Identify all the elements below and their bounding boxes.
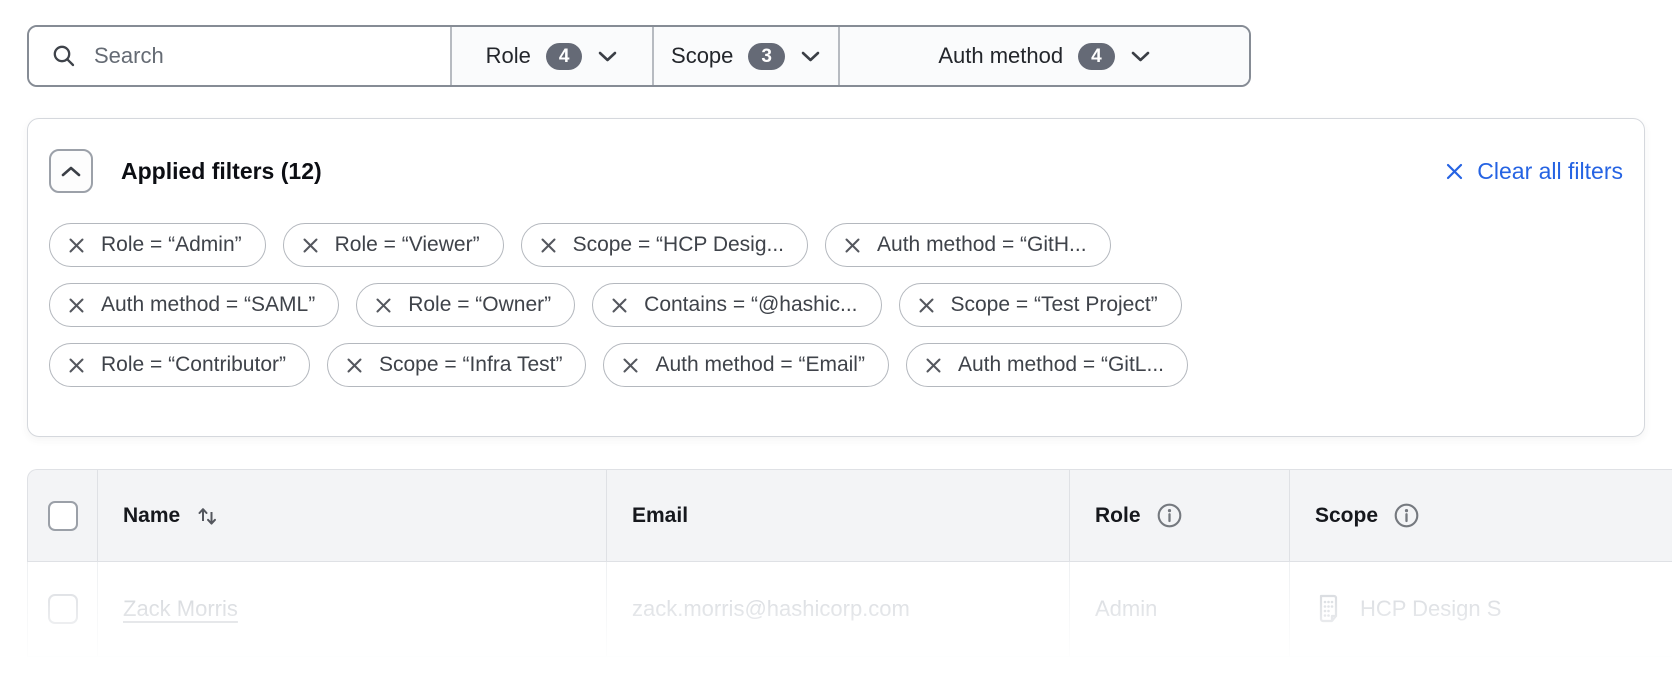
collapse-filters-button[interactable]	[49, 149, 93, 193]
chevron-down-icon	[1130, 50, 1151, 63]
clear-all-filters-label: Clear all filters	[1477, 158, 1623, 185]
filter-chip-label: Auth method = “GitL...	[958, 353, 1164, 377]
applied-filters-title: Applied filters (12)	[121, 158, 322, 185]
remove-filter-icon[interactable]	[540, 237, 557, 254]
scope-column-label: Scope	[1315, 504, 1378, 528]
remove-filter-icon[interactable]	[925, 357, 942, 374]
table-header-row: Name Email Role Scope	[27, 469, 1672, 562]
filter-chip-label: Scope = “Test Project”	[951, 293, 1158, 317]
auth-method-filter-dropdown[interactable]: Auth method 4	[838, 27, 1249, 85]
scope-dropdown-label: Scope	[671, 43, 733, 69]
remove-filter-icon[interactable]	[68, 357, 85, 374]
chevron-down-icon	[800, 50, 821, 63]
role-dropdown-label: Role	[486, 43, 531, 69]
filter-chip-label: Role = “Viewer”	[335, 233, 480, 257]
row-email-cell: zack.morris@hashicorp.com	[606, 562, 1069, 656]
filter-chip[interactable]: Contains = “@hashic...	[592, 283, 881, 327]
info-icon[interactable]	[1156, 502, 1183, 529]
remove-filter-icon[interactable]	[68, 297, 85, 314]
filter-chip[interactable]: Auth method = “GitL...	[906, 343, 1188, 387]
name-column-header[interactable]: Name	[97, 470, 606, 561]
role-column-header: Role	[1069, 470, 1289, 561]
remove-filter-icon[interactable]	[302, 237, 319, 254]
filter-chip-row: Role = “Admin” Role = “Viewer” Scope = “HC…	[49, 223, 1623, 267]
row-scope-cell: HCP Design S	[1289, 562, 1672, 656]
filter-chip-label: Scope = “Infra Test”	[379, 353, 562, 377]
filter-chip[interactable]: Scope = “HCP Desig...	[521, 223, 808, 267]
filter-chip-row: Auth method = “SAML” Role = “Owner” Contai…	[49, 283, 1623, 327]
filter-chip[interactable]: Role = “Contributor”	[49, 343, 310, 387]
search-input[interactable]	[94, 43, 428, 69]
filter-chip[interactable]: Scope = “Infra Test”	[327, 343, 586, 387]
filter-chip-label: Contains = “@hashic...	[644, 293, 857, 317]
filter-toolbar: Role 4 Scope 3 Auth method 4	[27, 25, 1251, 87]
filter-chip-label: Role = “Owner”	[408, 293, 551, 317]
filter-chip-label: Role = “Contributor”	[101, 353, 286, 377]
search-icon	[51, 43, 77, 69]
remove-filter-icon[interactable]	[622, 357, 639, 374]
chevron-down-icon	[597, 50, 618, 63]
filter-chip[interactable]: Auth method = “GitH...	[825, 223, 1111, 267]
filter-chip[interactable]: Scope = “Test Project”	[899, 283, 1182, 327]
remove-filter-icon[interactable]	[844, 237, 861, 254]
applied-filters-panel: Applied filters (12) Clear all filters R…	[27, 118, 1645, 437]
filter-chip[interactable]: Auth method = “SAML”	[49, 283, 339, 327]
scope-column-header: Scope	[1289, 470, 1672, 561]
name-column-label: Name	[123, 504, 180, 528]
chevron-up-icon	[60, 165, 82, 178]
row-name-cell: Zack Morris	[97, 562, 606, 656]
auth-method-count-badge: 4	[1078, 43, 1115, 70]
row-checkbox[interactable]	[48, 594, 78, 624]
email-column-label: Email	[632, 504, 688, 528]
select-all-checkbox[interactable]	[48, 501, 78, 531]
scope-count-badge: 3	[748, 43, 785, 70]
org-building-icon	[1315, 593, 1345, 625]
remove-filter-icon[interactable]	[346, 357, 363, 374]
scope-filter-dropdown[interactable]: Scope 3	[652, 27, 838, 85]
filter-chip[interactable]: Role = “Viewer”	[283, 223, 504, 267]
members-table: Name Email Role Scope	[27, 469, 1672, 657]
select-all-cell	[28, 470, 97, 561]
email-column-header: Email	[606, 470, 1069, 561]
remove-filter-icon[interactable]	[611, 297, 628, 314]
filter-chip-label: Scope = “HCP Desig...	[573, 233, 784, 257]
filter-chip-label: Auth method = “SAML”	[101, 293, 315, 317]
filter-chip[interactable]: Auth method = “Email”	[603, 343, 889, 387]
sort-icon[interactable]	[195, 503, 219, 529]
row-role-cell: Admin	[1069, 562, 1289, 656]
applied-filters-header: Applied filters (12) Clear all filters	[49, 149, 1623, 193]
info-icon[interactable]	[1393, 502, 1420, 529]
clear-all-filters-button[interactable]: Clear all filters	[1445, 158, 1623, 185]
member-name-link[interactable]: Zack Morris	[123, 596, 238, 622]
auth-method-dropdown-label: Auth method	[938, 43, 1063, 69]
filter-chip-row: Role = “Contributor” Scope = “Infra Test”…	[49, 343, 1623, 387]
filter-chip-label: Auth method = “Email”	[655, 353, 865, 377]
filter-chip-label: Auth method = “GitH...	[877, 233, 1087, 257]
search-box[interactable]	[29, 27, 450, 85]
remove-filter-icon[interactable]	[375, 297, 392, 314]
filter-chips: Role = “Admin” Role = “Viewer” Scope = “HC…	[49, 223, 1623, 387]
filter-chip[interactable]: Role = “Admin”	[49, 223, 266, 267]
role-count-badge: 4	[546, 43, 583, 70]
remove-filter-icon[interactable]	[68, 237, 85, 254]
role-column-label: Role	[1095, 504, 1141, 528]
members-filter-screen: Role 4 Scope 3 Auth method 4	[0, 0, 1672, 690]
close-icon	[1445, 162, 1464, 181]
filter-chip-label: Role = “Admin”	[101, 233, 242, 257]
remove-filter-icon[interactable]	[918, 297, 935, 314]
row-select-cell	[28, 562, 97, 656]
table-row: Zack Morris zack.morris@hashicorp.com Ad…	[27, 562, 1672, 657]
filter-chip[interactable]: Role = “Owner”	[356, 283, 575, 327]
member-scope-label: HCP Design S	[1360, 596, 1501, 622]
role-filter-dropdown[interactable]: Role 4	[450, 27, 652, 85]
